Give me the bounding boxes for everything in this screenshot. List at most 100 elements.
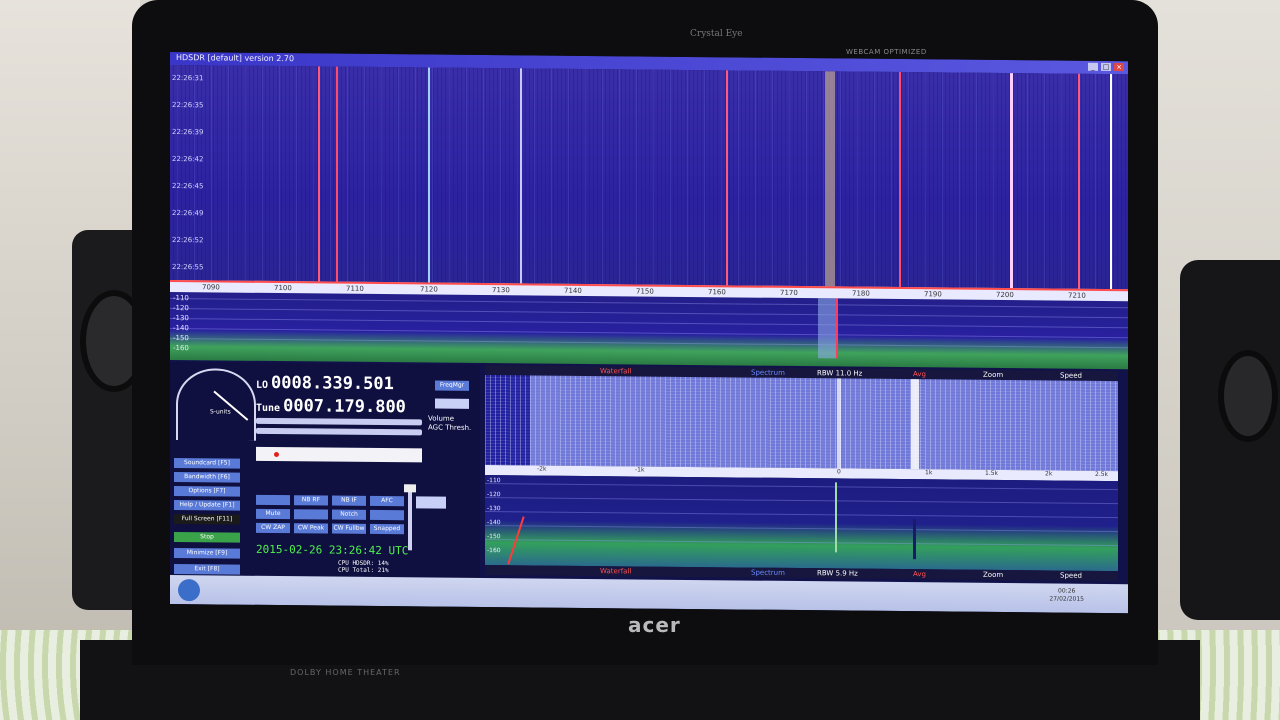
waterfall-toggle[interactable]: Waterfall xyxy=(600,367,631,375)
dsp-buttons: NB RF NB IF AFC Mute Notch CW ZAP CW Pea… xyxy=(256,494,406,535)
zoom-freq-tick: 1k xyxy=(925,469,933,477)
speaker-right xyxy=(1180,260,1280,620)
speed-slider-label[interactable]: Speed xyxy=(1060,572,1082,580)
taskbar-clock[interactable]: 00:26 27/02/2015 xyxy=(1049,587,1084,603)
avg-toggle[interactable]: Avg xyxy=(913,370,926,378)
close-button[interactable]: × xyxy=(1114,63,1124,72)
start-icon[interactable] xyxy=(178,579,200,602)
waterfall-toggle[interactable]: Waterfall xyxy=(600,567,631,575)
maximize-button[interactable]: □ xyxy=(1101,62,1111,72)
dsp-button[interactable] xyxy=(294,509,328,520)
nb-if-button[interactable]: NB IF xyxy=(332,495,366,506)
grid-line xyxy=(485,511,1118,519)
rbw-label[interactable]: RBW 11.0 Hz xyxy=(817,369,862,377)
notch-button[interactable]: Notch xyxy=(332,509,366,520)
avg-toggle[interactable]: Avg xyxy=(913,570,926,578)
db-label: -140 xyxy=(487,519,501,527)
db-label: -150 xyxy=(173,334,189,343)
grid-line xyxy=(485,525,1118,533)
window-controls: _ □ × xyxy=(1088,62,1124,72)
dolby-label: DOLBY HOME THEATER xyxy=(290,668,401,677)
signal-trace xyxy=(726,70,728,286)
nb-rf-button[interactable]: NB RF xyxy=(294,495,328,506)
freq-tick: 7170 xyxy=(780,288,798,298)
rx-bandwidth-marker[interactable] xyxy=(818,298,836,359)
freq-tick: 7130 xyxy=(492,286,510,295)
snapped-button[interactable]: Snapped xyxy=(370,523,404,535)
db-label: -150 xyxy=(487,533,501,541)
minimize-button[interactable]: _ xyxy=(1088,62,1098,71)
spectrum-toggle[interactable]: Spectrum xyxy=(751,369,785,377)
rbw-label[interactable]: RBW 5.9 Hz xyxy=(817,569,858,577)
cw-fullbw-button[interactable]: CW Fullbw xyxy=(332,523,366,534)
zoom-freq-tick: 2.5k xyxy=(1095,470,1109,479)
freq-tick: 7110 xyxy=(346,284,364,293)
afc-button[interactable]: AFC xyxy=(370,495,404,507)
freq-tick: 7180 xyxy=(852,289,870,298)
squelch-slider-track[interactable] xyxy=(408,486,412,551)
volume-label: Volume xyxy=(428,414,455,423)
lo-label: LO xyxy=(256,379,269,391)
carrier-peak xyxy=(835,482,837,553)
freq-tick: 7100 xyxy=(274,283,292,293)
signal-trace xyxy=(911,379,919,470)
dsp-button[interactable] xyxy=(370,509,404,521)
bandwidth-button[interactable]: Bandwidth [F6] xyxy=(174,472,240,483)
notch-dip xyxy=(913,519,916,560)
stop-button[interactable]: Stop xyxy=(174,532,240,543)
full-screen-button[interactable]: Full Screen [F11] xyxy=(174,514,240,525)
signal-trace xyxy=(520,68,522,284)
zoom-slider-label[interactable]: Zoom xyxy=(983,571,1003,579)
dsp-button[interactable] xyxy=(256,494,290,506)
main-spectrum[interactable]: -110 -120 -130 -140 -150 -160 xyxy=(170,292,1128,370)
spectrum-toggle[interactable]: Spectrum xyxy=(751,569,785,577)
help-update-button[interactable]: Help / Update [F1] xyxy=(174,500,240,511)
main-waterfall[interactable] xyxy=(170,65,1128,290)
db-label: -110 xyxy=(173,294,189,303)
grid-line xyxy=(485,539,1118,547)
zoom-freq-tick: -2k xyxy=(537,465,547,473)
time-label: 22:26:45 xyxy=(172,182,204,191)
signal-trace xyxy=(899,71,901,288)
mute-button[interactable]: Mute xyxy=(256,508,290,520)
signal-trace xyxy=(1110,74,1112,290)
volume-display xyxy=(435,398,469,409)
db-label: -130 xyxy=(173,314,189,323)
squelch-slider-knob[interactable] xyxy=(404,484,416,493)
tune-frequency[interactable]: Tune 0007.179.800 xyxy=(256,396,406,417)
control-panel: S-units Soundcard [F5] Bandwidth [F6] Op… xyxy=(170,362,480,607)
time-label: 22:26:49 xyxy=(172,209,204,218)
freqmgr-button[interactable]: FreqMgr xyxy=(435,380,469,391)
grid-line xyxy=(170,328,1128,339)
cw-zap-button[interactable]: CW ZAP xyxy=(256,522,290,534)
time-label: 22:26:55 xyxy=(172,263,204,272)
zoom-spectrum[interactable]: -110 -120 -130 -140 -150 -160 xyxy=(485,475,1118,572)
volume-slider[interactable] xyxy=(256,417,422,426)
lo-frequency[interactable]: LO 0008.339.501 xyxy=(256,373,394,394)
clock-date: 27/02/2015 xyxy=(1049,595,1084,603)
s-meter: S-units xyxy=(176,368,256,441)
grid-line xyxy=(170,338,1128,349)
grid-line xyxy=(485,483,1118,491)
zoom-slider-label[interactable]: Zoom xyxy=(983,371,1003,379)
options-button[interactable]: Options [F7] xyxy=(174,486,240,497)
soundcard-button[interactable]: Soundcard [F5] xyxy=(174,458,240,469)
recording-panel[interactable] xyxy=(256,446,422,463)
cpu-usage: CPU HDSDR: 14% CPU Total: 21% xyxy=(338,560,389,574)
exit-button[interactable]: Exit [F8] xyxy=(174,564,240,575)
tune-marker[interactable] xyxy=(836,298,838,359)
db-label: -160 xyxy=(487,547,501,555)
grid-line xyxy=(485,497,1118,505)
minimize-app-button[interactable]: Minimize [F9] xyxy=(174,548,240,559)
zoom-freq-tick: -1k xyxy=(635,466,645,474)
lo-value[interactable]: 0008.339.501 xyxy=(271,373,394,394)
freq-tick: 7190 xyxy=(924,290,942,299)
cw-peak-button[interactable]: CW Peak xyxy=(294,523,328,534)
agc-threshold-slider[interactable] xyxy=(256,427,422,436)
zoom-waterfall[interactable] xyxy=(485,375,1118,472)
speed-slider-label[interactable]: Speed xyxy=(1060,372,1082,380)
grid-line xyxy=(170,318,1128,329)
hdsdr-window: HDSDR [default] version 2.70 _ □ × 22:26… xyxy=(170,52,1128,614)
signal-trace xyxy=(1078,73,1080,289)
tune-value[interactable]: 0007.179.800 xyxy=(283,396,406,417)
